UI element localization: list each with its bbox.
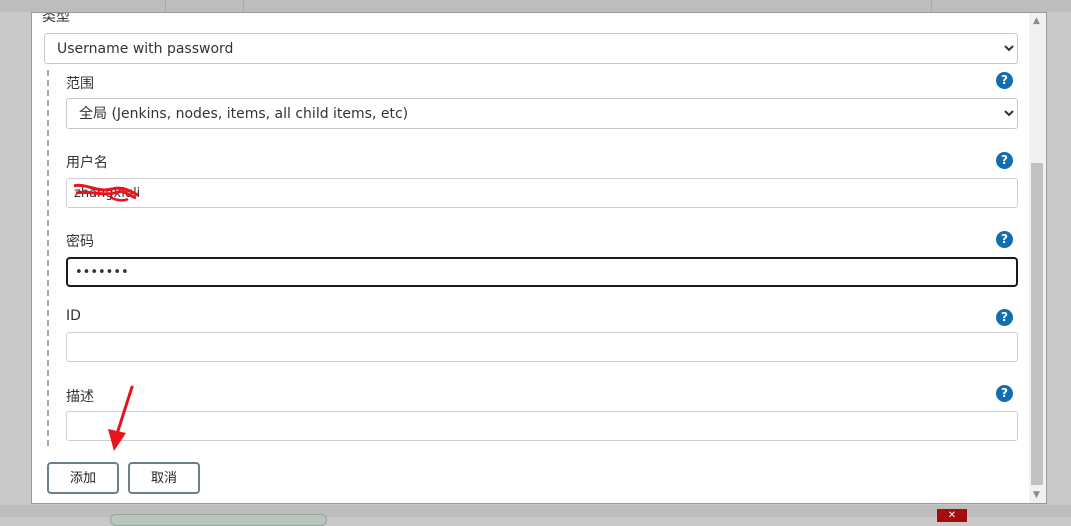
username-input[interactable] bbox=[66, 178, 1018, 208]
background-delete-button: ✕ bbox=[937, 509, 967, 522]
scope-label: 范围 bbox=[66, 76, 94, 92]
description-help-icon[interactable]: ? bbox=[996, 385, 1013, 402]
background-column-divider bbox=[931, 0, 932, 12]
redaction-scribble bbox=[73, 183, 139, 202]
background-column-divider bbox=[165, 0, 166, 12]
background-column-divider bbox=[243, 0, 244, 12]
scope-select[interactable]: 全局 (Jenkins, nodes, items, all child ite… bbox=[66, 98, 1018, 129]
background-page-top bbox=[0, 0, 1071, 12]
password-label: 密码 bbox=[66, 234, 94, 250]
description-label: 描述 bbox=[66, 389, 94, 405]
password-input[interactable] bbox=[66, 257, 1018, 287]
add-button[interactable]: 添加 bbox=[47, 462, 119, 494]
add-credentials-dialog: 类型 Username with password 范围 ? 全局 (Jenki… bbox=[31, 12, 1047, 504]
nested-section-divider bbox=[47, 70, 49, 446]
username-label: 用户名 bbox=[66, 155, 108, 171]
id-label: ID bbox=[66, 308, 81, 324]
id-input[interactable] bbox=[66, 332, 1018, 362]
scrollbar-thumb[interactable] bbox=[1031, 163, 1043, 485]
scroll-down-arrow-icon[interactable]: ▼ bbox=[1033, 491, 1040, 500]
type-select[interactable]: Username with password bbox=[44, 33, 1018, 64]
background-pill bbox=[110, 514, 327, 526]
scroll-up-arrow-icon[interactable]: ▲ bbox=[1033, 17, 1040, 26]
cancel-button[interactable]: 取消 bbox=[128, 462, 200, 494]
password-help-icon[interactable]: ? bbox=[996, 231, 1013, 248]
scope-help-icon[interactable]: ? bbox=[996, 72, 1013, 89]
description-input[interactable] bbox=[66, 411, 1018, 441]
background-page-bottom: ✕ bbox=[0, 505, 1071, 526]
dialog-scrollbar[interactable]: ▲ ▼ bbox=[1029, 13, 1046, 503]
username-help-icon[interactable]: ? bbox=[996, 152, 1013, 169]
type-label: 类型 bbox=[42, 12, 70, 25]
id-help-icon[interactable]: ? bbox=[996, 309, 1013, 326]
annotation-arrow-icon bbox=[108, 385, 134, 451]
